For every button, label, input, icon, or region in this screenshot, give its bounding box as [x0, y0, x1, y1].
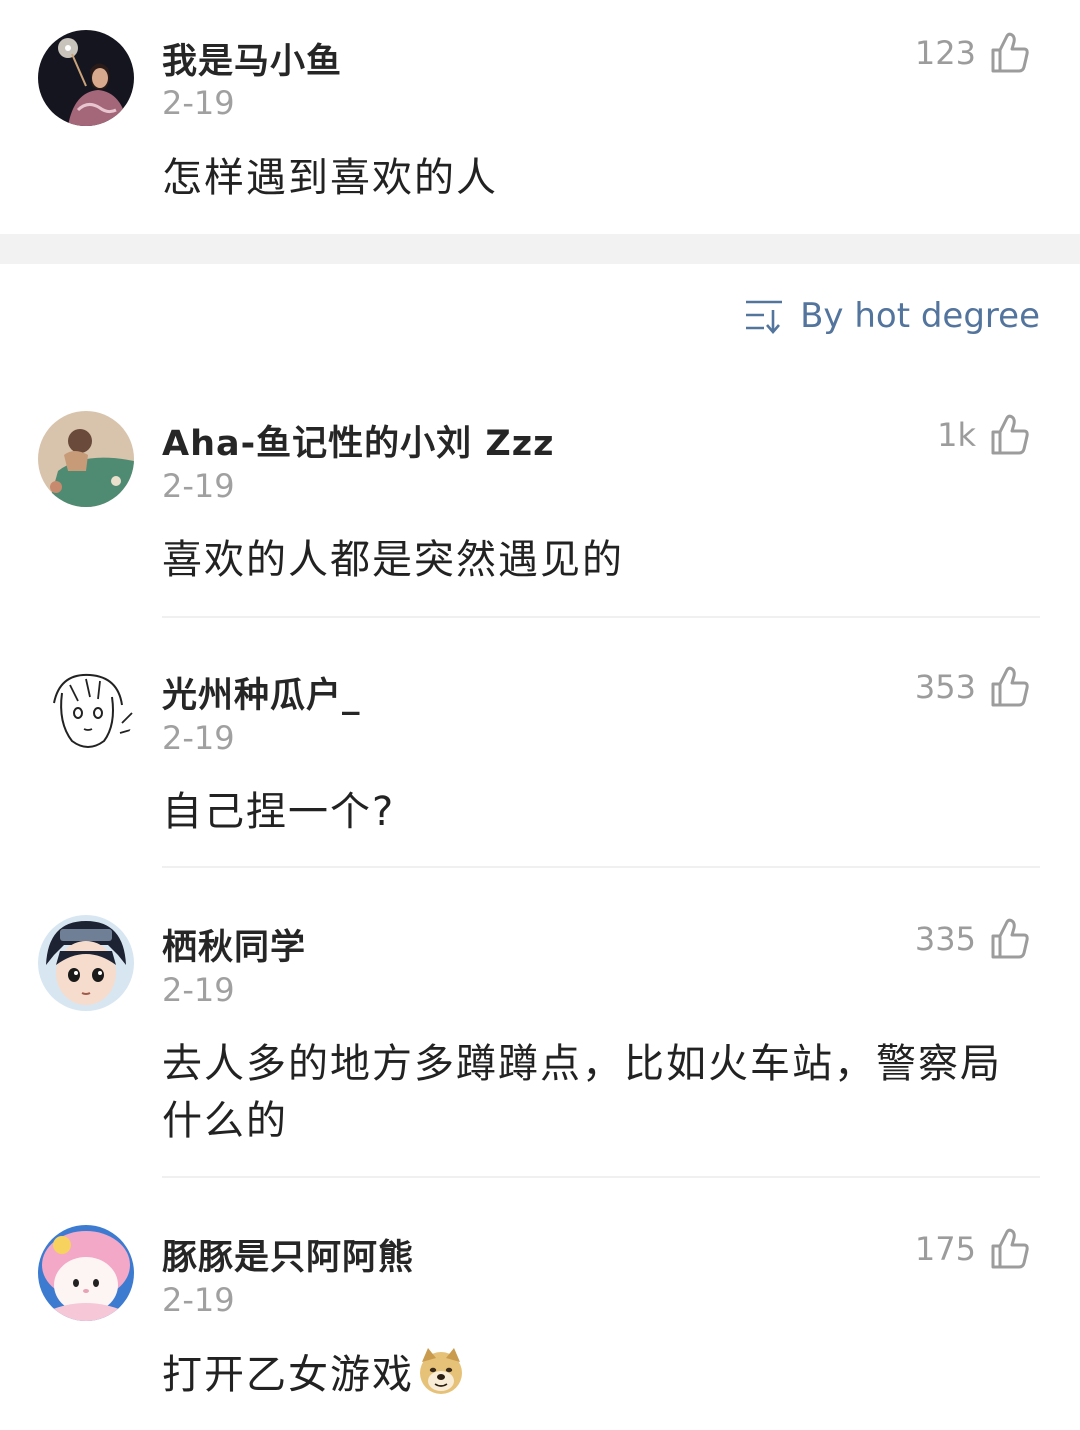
- post-date: 2-19: [162, 84, 235, 122]
- sketch-girl-avatar[interactable]: [38, 663, 134, 759]
- section-separator: [0, 234, 1080, 264]
- comment-username[interactable]: 栖秋同学: [162, 919, 306, 970]
- sort-icon: [746, 300, 783, 334]
- post-like-count: 123: [914, 34, 976, 72]
- comment-username[interactable]: 光州种瓜户_: [162, 667, 361, 718]
- comment-date: 2-19: [162, 971, 235, 1009]
- comment-like-button[interactable]: 175: [915, 1224, 1030, 1274]
- comment-divider: [162, 866, 1040, 868]
- post-username[interactable]: 我是马小鱼: [162, 33, 342, 84]
- comment-like-button[interactable]: 1k: [937, 410, 1030, 460]
- comment-text: 自己捏一个?: [162, 789, 396, 835]
- doge-emoji-icon: [420, 1348, 462, 1394]
- comment-like-button[interactable]: 335: [915, 914, 1030, 964]
- anime-ninja-avatar[interactable]: [38, 915, 134, 1011]
- comment-divider: [162, 616, 1040, 618]
- comment-divider: [162, 1176, 1040, 1178]
- comment-text: 去人多的地方多蹲蹲点，比如火车站，警察局什么的: [162, 1041, 1002, 1144]
- comment-like-count: 335: [914, 920, 976, 958]
- comment-username[interactable]: 豚豚是只阿阿熊: [162, 1229, 414, 1280]
- thumb-up-icon: [990, 414, 1030, 456]
- sort-by-hot-button[interactable]: By hot degree: [744, 296, 1040, 336]
- post-like-button[interactable]: 123: [915, 28, 1030, 78]
- comment-like-button[interactable]: 353: [915, 662, 1030, 712]
- comment-username[interactable]: Aha-鱼记性的小刘 Zzz: [162, 415, 554, 466]
- sort-label: By hot degree: [800, 296, 1040, 336]
- thumb-up-icon: [990, 666, 1030, 708]
- post-text: 怎样遇到喜欢的人: [162, 155, 498, 201]
- illustration-avatar[interactable]: [38, 411, 134, 507]
- comment-date: 2-19: [162, 1281, 235, 1319]
- comment-text-row: 打开乙女游戏: [162, 1346, 1032, 1404]
- pink-bunny-avatar[interactable]: [38, 1225, 134, 1321]
- comment-text: 打开乙女游戏: [162, 1352, 414, 1398]
- thumb-up-icon: [990, 1228, 1030, 1270]
- comment-like-count: 175: [914, 1230, 976, 1268]
- comment-like-count: 1k: [937, 416, 976, 454]
- thumb-up-icon: [990, 918, 1030, 960]
- comment-date: 2-19: [162, 467, 235, 505]
- thumb-up-icon: [990, 32, 1030, 74]
- comment-text: 喜欢的人都是突然遇见的: [162, 537, 624, 583]
- girl-with-sparkler-avatar[interactable]: [38, 30, 134, 126]
- comment-date: 2-19: [162, 719, 235, 757]
- comment-like-count: 353: [914, 668, 976, 706]
